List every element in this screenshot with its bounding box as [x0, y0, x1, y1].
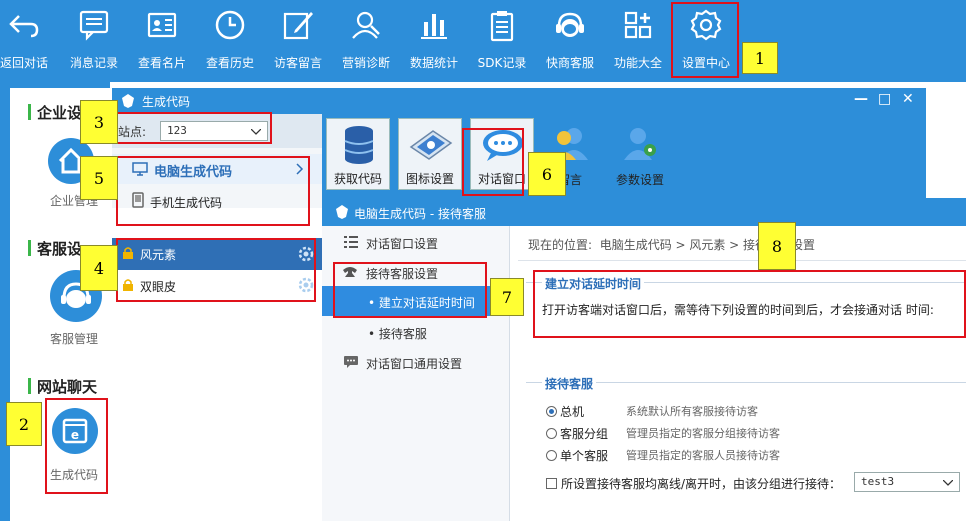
minimize-button[interactable]: —: [854, 91, 868, 107]
tool-ribbon: 获取代码 图标设置 对话窗口 留言 参数设置: [322, 114, 926, 198]
diagnose-icon: [352, 11, 380, 39]
back-arrow-icon: [9, 15, 39, 38]
get-code-button[interactable]: 获取代码: [326, 118, 390, 190]
highlight-box-2: [45, 398, 108, 494]
highlight-box-8: [533, 270, 966, 338]
toolbar-label: 消息记录: [69, 56, 118, 70]
radio-button[interactable]: [546, 428, 557, 439]
toolbar-label: 数据统计: [409, 56, 458, 70]
section-title-webchat: 网站聊天: [28, 376, 118, 397]
annotation-label: 3: [80, 100, 118, 144]
divider: [518, 260, 966, 261]
window-title: 生成代码: [142, 95, 191, 109]
toolbar-label: 访客留言: [273, 56, 322, 70]
bar-chart-icon: [421, 14, 447, 39]
radio-description: 系统默认所有客服接待访客: [626, 405, 758, 418]
toolbar-view-card-button[interactable]: 查看名片: [130, 0, 194, 82]
app-logo-icon: [336, 205, 348, 219]
toolbar-functions-button[interactable]: 功能大全: [606, 0, 670, 82]
toolbar-sdk-log-button[interactable]: SDK记录: [470, 0, 534, 82]
toolbar-statistics-button[interactable]: 数据统计: [402, 0, 466, 82]
side-item-dialog-settings[interactable]: 对话窗口设置: [322, 228, 510, 256]
side-subitem-reception[interactable]: • 接待客服: [322, 318, 510, 346]
database-icon: [344, 126, 374, 164]
checkbox[interactable]: [546, 478, 557, 489]
dialog-title-bar: 电脑生成代码 - 接待客服: [322, 198, 966, 226]
card-icon: [147, 12, 177, 38]
toolbar-label: 功能大全: [613, 56, 662, 70]
service-icon: [556, 12, 584, 37]
highlight-box-1: [671, 2, 739, 78]
side-item-label: 对话窗口设置: [366, 237, 439, 251]
tablet-icon: [409, 130, 453, 160]
tool-label: 图标设置: [405, 172, 454, 186]
annotation-label: 6: [528, 152, 566, 196]
list-icon: [344, 236, 358, 248]
toolbar-label: 快商客服: [545, 56, 594, 70]
service-manage-label: 客服管理: [49, 332, 98, 346]
window-title-bar: 生成代码 — □ ✕: [112, 88, 926, 114]
close-button[interactable]: ✕: [902, 91, 914, 107]
side-item-label: 对话窗口通用设置: [366, 357, 463, 371]
toolbar-history-button[interactable]: 查看历史: [198, 0, 262, 82]
grid-plus-icon: [624, 11, 652, 39]
chat-log-icon: [79, 10, 109, 41]
toolbar-label: 查看历史: [205, 56, 254, 70]
param-settings-button[interactable]: 参数设置: [608, 118, 672, 190]
side-item-general-settings[interactable]: 对话窗口通用设置: [322, 348, 510, 376]
icon-settings-button[interactable]: 图标设置: [398, 118, 462, 190]
annotation-label: 1: [742, 42, 778, 74]
annotation-label: 5: [80, 156, 118, 200]
chevron-down-icon: [943, 480, 953, 486]
highlight-box-6: [462, 128, 524, 196]
top-toolbar: 返回对话 消息记录 查看名片 查看历史 访客留言 营销诊断 数据统计 SDK记录…: [0, 0, 966, 82]
offline-checkbox[interactable]: 所设置接待客服均离线/离开时，由该分组进行接待：: [546, 475, 841, 492]
reception-dialog: 电脑生成代码 - 接待客服 对话窗口设置 接待客服设置 • 建立对话延时时间 •…: [322, 198, 966, 521]
annotation-label: 7: [490, 278, 524, 316]
radio-button[interactable]: [546, 450, 557, 461]
app-logo-icon: [122, 94, 134, 108]
annotation-label: 4: [80, 245, 118, 291]
edit-icon: [283, 12, 313, 40]
toolbar-label: 返回对话: [0, 56, 48, 70]
user-settings-icon: [624, 128, 656, 160]
reception-legend: 接待客服: [542, 375, 597, 392]
tool-label: 获取代码: [333, 172, 382, 186]
toolbar-message-log-button[interactable]: 消息记录: [62, 0, 126, 82]
radio-button[interactable]: [546, 406, 557, 417]
radio-description: 管理员指定的客服分组接待访客: [626, 427, 780, 440]
radio-single[interactable]: 单个客服: [546, 447, 608, 464]
clock-icon: [215, 10, 245, 40]
toolbar-service-button[interactable]: 快商客服: [538, 0, 602, 82]
annotation-label: 8: [758, 222, 796, 270]
group-select-value: test3: [861, 475, 895, 488]
radio-description: 管理员指定的客服人员接待访客: [626, 449, 780, 462]
toolbar-visitor-message-button[interactable]: 访客留言: [266, 0, 330, 82]
toolbar-diagnose-button[interactable]: 营销诊断: [334, 0, 398, 82]
radio-switchboard[interactable]: 总机: [546, 403, 584, 420]
highlight-box-7: [333, 262, 487, 318]
comment-icon: [344, 356, 358, 368]
highlight-box-4: [116, 238, 316, 302]
group-select[interactable]: test3: [854, 472, 960, 492]
toolbar-label: SDK记录: [477, 56, 527, 70]
highlight-box-3: [114, 112, 272, 144]
toolbar-label: 营销诊断: [341, 56, 390, 70]
toolbar-back-button[interactable]: 返回对话: [0, 0, 56, 82]
side-item-label: • 接待客服: [368, 327, 427, 341]
maximize-button[interactable]: □: [878, 91, 891, 107]
reception-fieldset: 接待客服 总机 系统默认所有客服接待访客 客服分组 管理员指定的客服分组接待访客…: [526, 375, 966, 512]
breadcrumb-prefix: 现在的位置:: [528, 238, 593, 252]
clipboard-icon: [490, 11, 514, 42]
toolbar-label: 查看名片: [137, 56, 186, 70]
tool-label: 参数设置: [615, 173, 664, 187]
annotation-label: 2: [6, 402, 42, 446]
highlight-box-5: [116, 156, 310, 226]
radio-group[interactable]: 客服分组: [546, 425, 608, 442]
dialog-title: 电脑生成代码 - 接待客服: [354, 207, 486, 221]
